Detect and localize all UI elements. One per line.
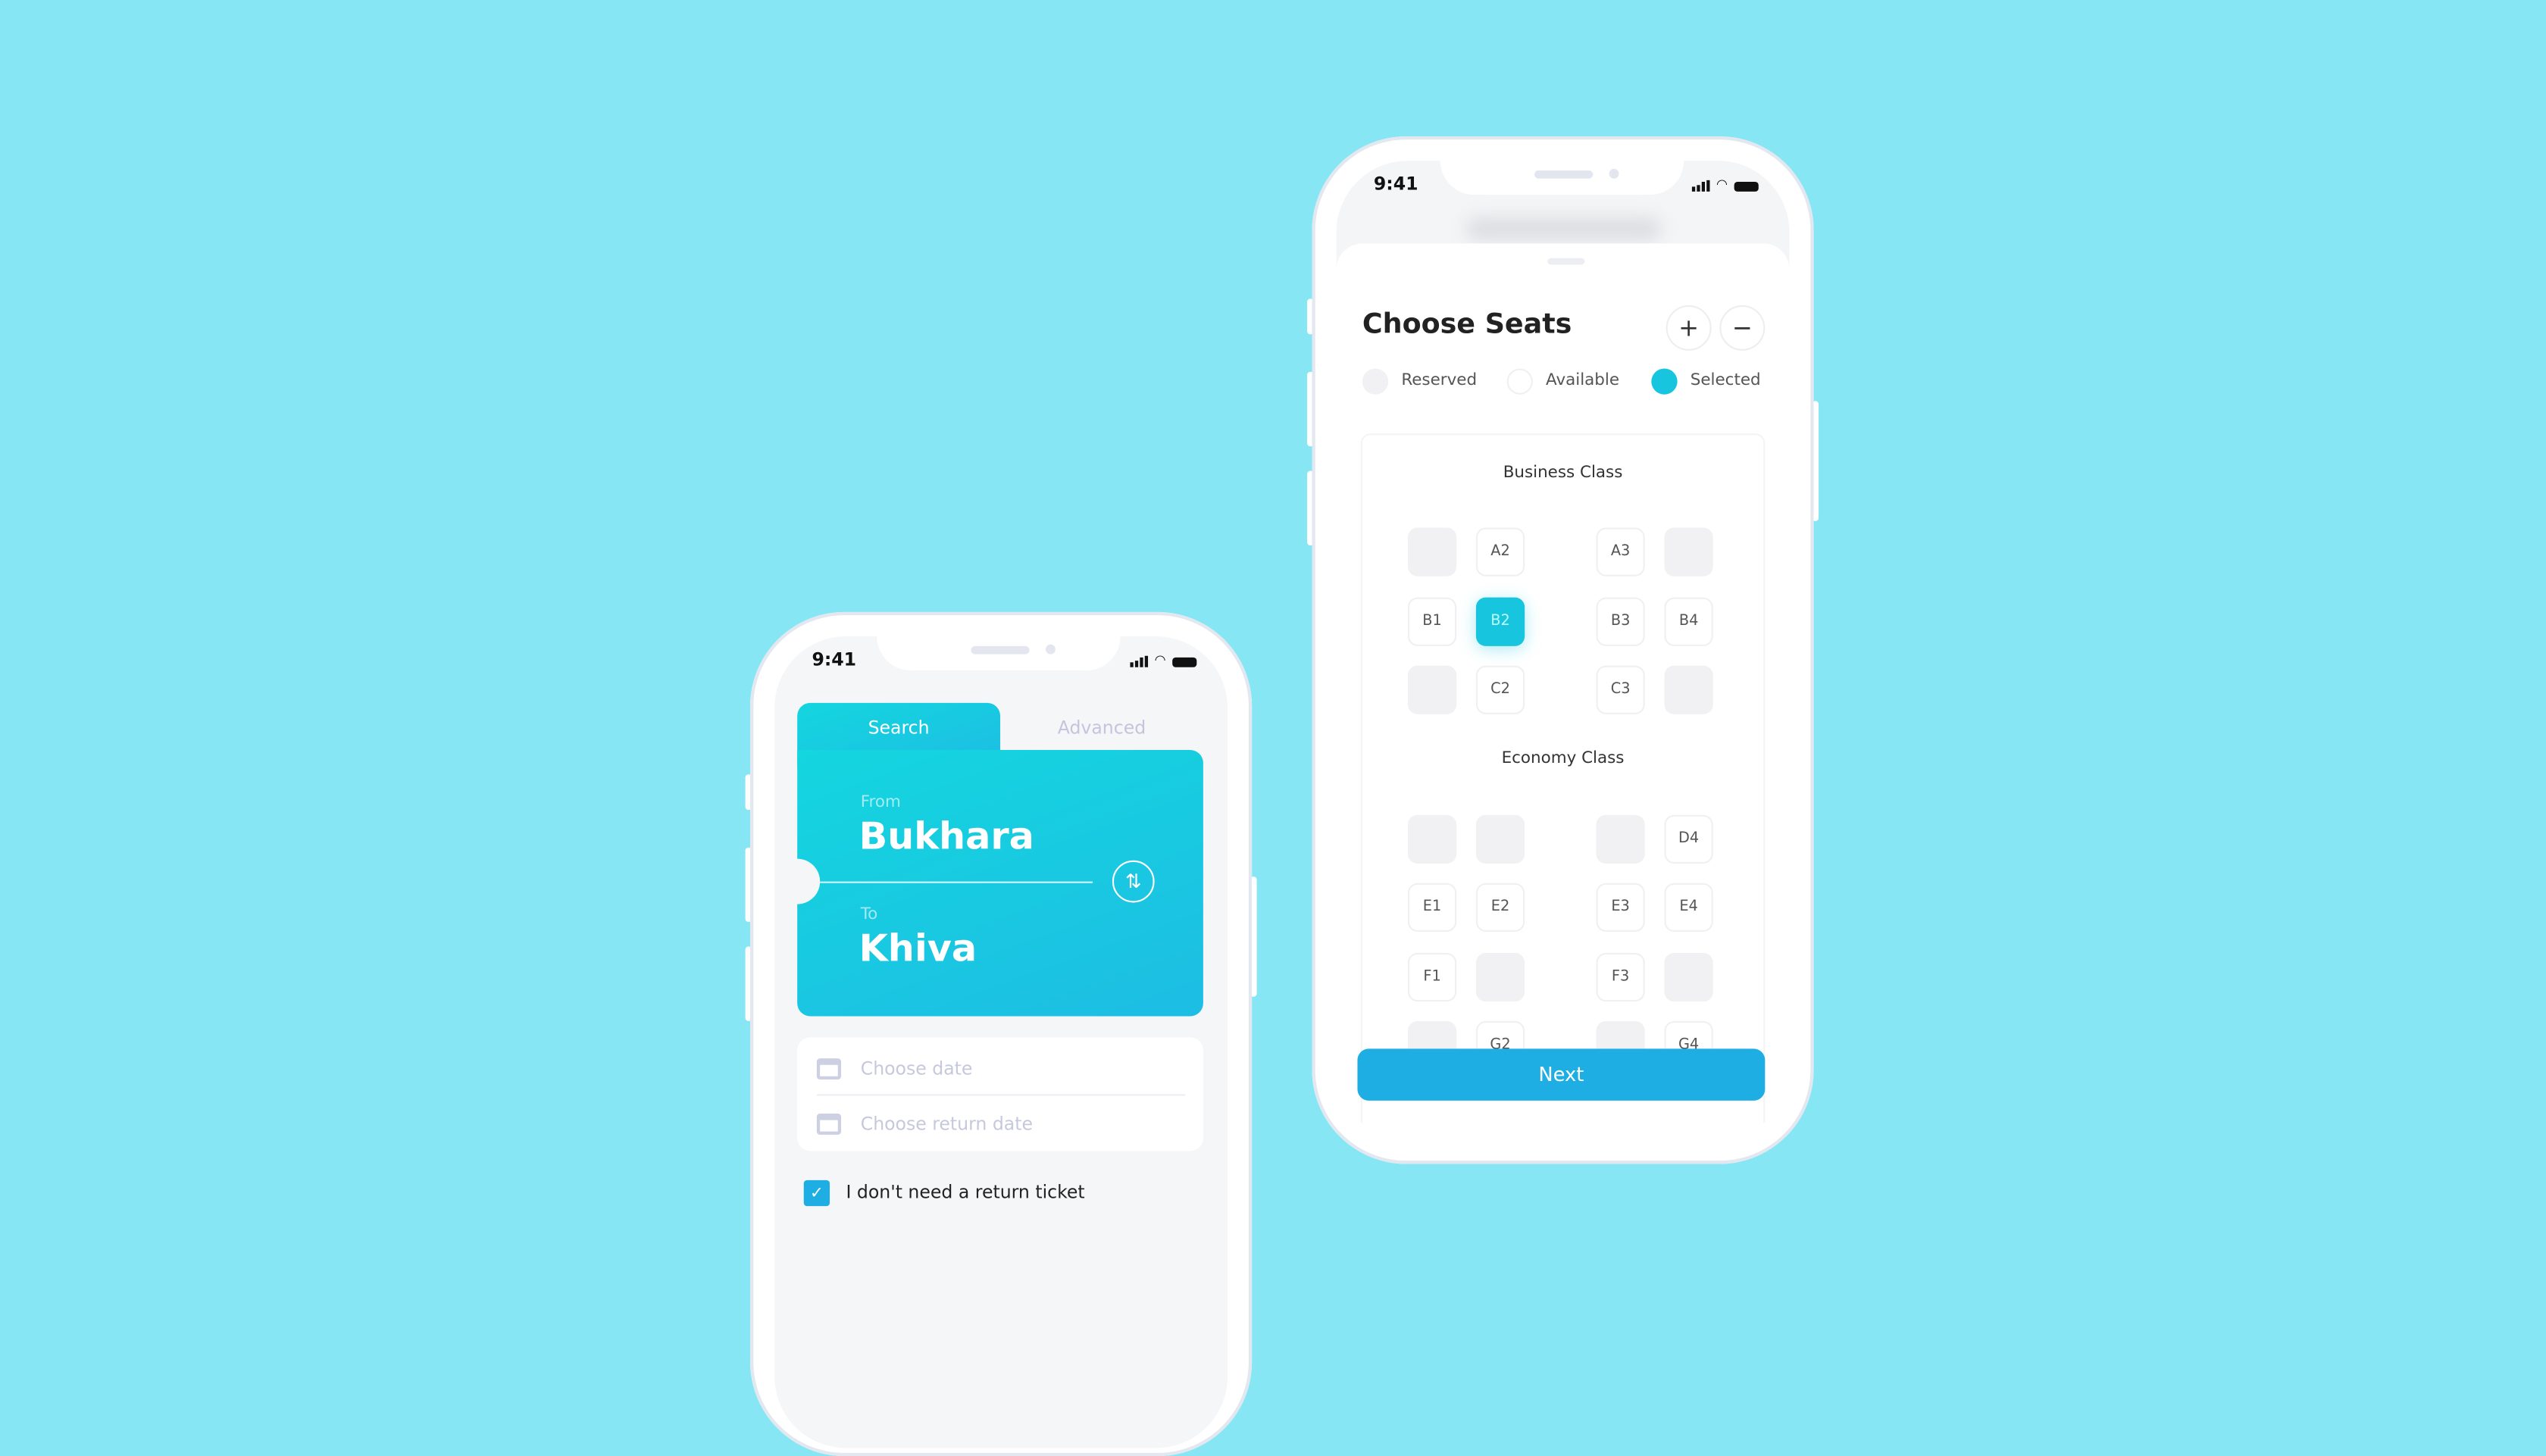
legend-reserved: Reserved — [1401, 371, 1478, 390]
ticket-notch — [774, 858, 821, 905]
camera — [1609, 168, 1619, 179]
seat-reserved — [1664, 665, 1713, 714]
seat-reserved — [1475, 814, 1525, 864]
seat-reserved — [1407, 814, 1457, 864]
route-divider — [820, 881, 1093, 883]
seat-map: Business Class Economy Class A2 A3 B1 B2 B3 B… — [1360, 433, 1766, 1140]
seat-a2[interactable]: A2 — [1475, 527, 1525, 576]
legend-available: Available — [1546, 371, 1620, 390]
search-screen: 9:41 ◠ Search Advanced From Bukhara ⇅ To… — [774, 636, 1228, 1448]
seat-a3[interactable]: A3 — [1596, 527, 1645, 576]
status-icons: ◠ — [1130, 652, 1197, 667]
seat-reserved — [1596, 814, 1645, 864]
speaker — [971, 645, 1030, 655]
seat-b2[interactable]: B2 — [1475, 597, 1525, 646]
signal-icon — [1691, 180, 1710, 192]
business-class-title: Business Class — [1503, 464, 1623, 483]
wifi-icon: ◠ — [1716, 177, 1728, 192]
seat-e4[interactable]: E4 — [1664, 883, 1713, 933]
zoom-in-button[interactable]: + — [1666, 305, 1712, 351]
seat-reserved — [1407, 527, 1457, 576]
return-date-placeholder: Choose return date — [860, 1114, 1033, 1135]
seat-reserved — [1475, 952, 1525, 1002]
sheet-handle[interactable] — [1547, 258, 1585, 265]
speaker — [1534, 170, 1594, 179]
no-return-checkbox[interactable]: ✓ — [803, 1179, 830, 1207]
return-date-field[interactable]: Choose return date — [816, 1114, 1033, 1135]
seat-e2[interactable]: E2 — [1475, 883, 1525, 933]
from-label: From — [860, 793, 901, 812]
seat-e1[interactable]: E1 — [1407, 883, 1457, 933]
next-button[interactable]: Next — [1357, 1048, 1766, 1101]
camera — [1046, 644, 1056, 655]
seat-d4[interactable]: D4 — [1664, 814, 1713, 864]
zoom-out-button[interactable]: − — [1719, 305, 1766, 351]
available-legend-dot — [1506, 368, 1533, 395]
route-card: From Bukhara ⇅ To Khiva — [774, 750, 1203, 1017]
page-title: Choose Seats — [1362, 308, 1572, 342]
date-divider — [816, 1094, 1186, 1096]
tab-advanced[interactable]: Advanced — [1000, 717, 1203, 739]
to-label: To — [860, 905, 878, 924]
blurred-title — [1466, 217, 1662, 241]
seat-c3[interactable]: C3 — [1596, 665, 1645, 714]
status-time: 9:41 — [812, 649, 857, 671]
seat-c2[interactable]: C2 — [1475, 665, 1525, 714]
seat-f3[interactable]: F3 — [1596, 952, 1645, 1002]
swap-vertical-arrows-icon[interactable]: ⇅ — [1112, 860, 1155, 903]
seat-f1[interactable]: F1 — [1407, 952, 1457, 1002]
notch — [1440, 161, 1684, 195]
seat-sheet: Choose Seats + − Reserved Available Sele… — [1336, 243, 1790, 1140]
no-return-label: I don't need a return ticket — [846, 1182, 1085, 1203]
seat-reserved — [1664, 527, 1713, 576]
selected-legend-dot — [1651, 368, 1678, 395]
seat-reserved — [1664, 952, 1713, 1002]
battery-icon — [1734, 182, 1759, 192]
from-city[interactable]: Bukhara — [859, 817, 1034, 859]
battery-icon — [1172, 657, 1197, 667]
signal-icon — [1130, 655, 1149, 667]
search-phone: 9:41 ◠ Search Advanced From Bukhara ⇅ To… — [750, 611, 1253, 1456]
tab-search-label: Search — [868, 717, 930, 739]
wifi-icon: ◠ — [1154, 652, 1166, 667]
date-placeholder: Choose date — [860, 1058, 973, 1080]
seats-phone: 9:41 ◠ Choose Seats + − Reserved Availab… — [1312, 136, 1814, 1164]
check-icon: ✓ — [809, 1184, 824, 1202]
seat-b4[interactable]: B4 — [1664, 597, 1713, 646]
seats-screen: 9:41 ◠ Choose Seats + − Reserved Availab… — [1336, 161, 1790, 1140]
economy-class-title: Economy Class — [1501, 750, 1625, 768]
notch — [877, 636, 1121, 671]
calendar-icon — [816, 1058, 842, 1080]
reserved-legend-dot — [1362, 368, 1389, 395]
date-card: Choose date Choose return date — [797, 1037, 1203, 1151]
seat-e3[interactable]: E3 — [1596, 883, 1645, 933]
legend-selected: Selected — [1690, 371, 1761, 390]
status-time: 9:41 — [1373, 173, 1418, 195]
seat-b1[interactable]: B1 — [1407, 597, 1457, 646]
date-field[interactable]: Choose date — [816, 1058, 973, 1080]
calendar-icon — [816, 1114, 842, 1135]
seat-b3[interactable]: B3 — [1596, 597, 1645, 646]
status-icons: ◠ — [1691, 177, 1759, 192]
to-city[interactable]: Khiva — [859, 929, 977, 971]
seat-reserved — [1407, 665, 1457, 714]
